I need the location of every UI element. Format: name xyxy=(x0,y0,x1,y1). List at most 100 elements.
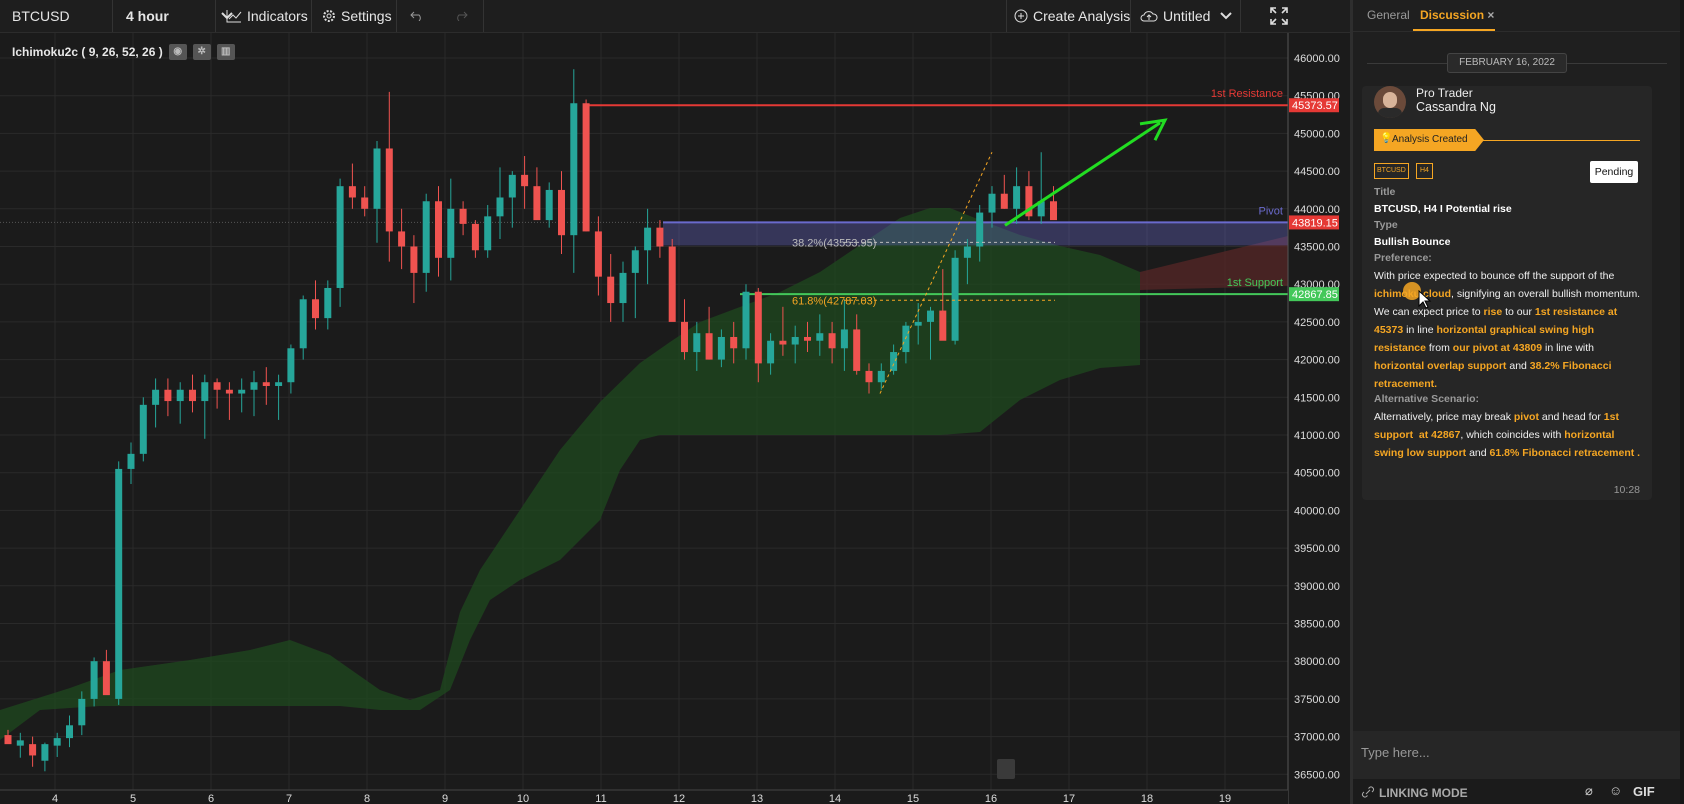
fullscreen-button[interactable] xyxy=(1270,0,1293,32)
time-tick: 9 xyxy=(442,793,448,804)
message-input[interactable]: Type here... xyxy=(1353,731,1684,779)
time-tick: 7 xyxy=(286,793,292,804)
time-tick: 16 xyxy=(985,793,997,804)
eye-icon[interactable]: ◉ xyxy=(168,44,187,60)
candle xyxy=(951,257,959,341)
candle xyxy=(115,468,123,699)
time-tick: 11 xyxy=(595,793,606,804)
candle xyxy=(521,174,529,187)
link-icon[interactable] xyxy=(1361,785,1375,799)
candle xyxy=(102,661,110,696)
settings-label: Settings xyxy=(341,8,392,24)
candle xyxy=(877,370,885,383)
indicators-button[interactable]: Indicators xyxy=(226,0,308,32)
trash-icon[interactable]: ▥ xyxy=(216,44,235,60)
message-time: 10:28 xyxy=(1613,484,1640,496)
candle xyxy=(594,231,602,277)
create-analysis-button[interactable]: Create Analysis xyxy=(1014,0,1130,32)
candle xyxy=(840,329,848,349)
gear-icon xyxy=(323,10,335,22)
candle xyxy=(988,193,996,213)
emoji-icon[interactable]: ☺ xyxy=(1609,783,1622,798)
candle xyxy=(939,310,947,341)
close-icon[interactable]: × xyxy=(1487,8,1494,22)
price-tick: 46000.00 xyxy=(1294,53,1340,65)
interval-select[interactable]: 4 hour xyxy=(126,0,238,32)
linking-mode-label[interactable]: LINKING MODE xyxy=(1379,786,1468,800)
redo-button[interactable] xyxy=(454,0,473,32)
candle xyxy=(508,174,516,198)
time-tick: 15 xyxy=(907,793,919,804)
price-tick: 43500.00 xyxy=(1294,242,1340,254)
fib-382-label: 38.2%(43553.95) xyxy=(792,237,876,249)
candle xyxy=(127,453,135,469)
price-tick: 40500.00 xyxy=(1294,468,1340,480)
candle xyxy=(29,744,37,756)
gear-icon[interactable]: ✲ xyxy=(192,44,211,60)
price-tick: 38000.00 xyxy=(1294,656,1340,668)
time-tick: 19 xyxy=(1219,793,1231,804)
pivot-zone xyxy=(663,222,1288,246)
price-tick: 38500.00 xyxy=(1294,619,1340,631)
symbol-field[interactable]: BTCUSD xyxy=(12,0,70,32)
attach-icon[interactable]: ⌀ xyxy=(1585,783,1593,799)
candle xyxy=(250,382,258,390)
candle xyxy=(275,382,283,386)
candle xyxy=(963,246,971,258)
tab-general[interactable]: General xyxy=(1367,8,1410,22)
candle xyxy=(582,103,590,232)
price-axis xyxy=(1288,33,1350,804)
candle xyxy=(238,389,246,394)
analysis-title: BTCUSD, H4 I Potential rise xyxy=(1374,203,1512,215)
gif-button[interactable]: GIF xyxy=(1633,784,1655,799)
candle xyxy=(66,725,73,739)
candle xyxy=(385,148,393,232)
price-badge-text: 43819.15 xyxy=(1292,217,1338,229)
price-badge-text: 42867.85 xyxy=(1292,289,1338,301)
candle xyxy=(705,333,713,360)
layout-name-select[interactable]: Untitled xyxy=(1140,0,1237,32)
candle xyxy=(41,744,49,761)
candle xyxy=(607,276,615,304)
candle xyxy=(927,310,934,322)
candle xyxy=(1000,193,1008,209)
analysis-banner: 💡 Analysis Created xyxy=(1374,129,1484,151)
candle xyxy=(336,186,344,288)
top-toolbar: BTCUSD 4 hour Indicators Settings Create… xyxy=(0,0,1352,33)
undo-button[interactable] xyxy=(410,0,429,32)
price-tick: 42500.00 xyxy=(1294,317,1340,329)
price-tick: 41000.00 xyxy=(1294,430,1340,442)
tag-timeframe[interactable]: H4 xyxy=(1416,163,1433,179)
tag-symbol[interactable]: BTCUSD xyxy=(1374,163,1409,179)
candle xyxy=(139,404,147,454)
pivot-label: Pivot xyxy=(1259,205,1283,217)
candle xyxy=(570,103,578,236)
candle xyxy=(742,291,750,349)
time-tick: 17 xyxy=(1063,793,1075,804)
analysis-type: Bullish Bounce xyxy=(1374,236,1451,248)
candle xyxy=(262,382,270,386)
indicator-legend: Ichimoku2c ( 9, 26, 52, 26 ) ◉ ✲ ▥ xyxy=(12,44,235,60)
candle xyxy=(152,389,160,405)
candle xyxy=(693,333,701,353)
candle xyxy=(767,340,775,364)
status-badge: Pending xyxy=(1590,161,1638,183)
candle xyxy=(865,370,873,383)
candle xyxy=(287,348,295,383)
price-chart[interactable]: 38.2%(43553.95) 61.8%(42787.03) 1st Resist… xyxy=(0,33,1350,804)
settings-button[interactable]: Settings xyxy=(322,0,392,32)
price-tick: 44000.00 xyxy=(1294,204,1340,216)
time-tick: 18 xyxy=(1141,793,1153,804)
author-role: Pro Trader xyxy=(1416,86,1473,100)
candle xyxy=(176,389,184,402)
candle xyxy=(201,382,209,402)
candle xyxy=(804,336,811,341)
price-tick: 42000.00 xyxy=(1294,355,1340,367)
tab-discussion[interactable]: Discussion × xyxy=(1420,8,1494,22)
candle xyxy=(447,208,455,258)
candle xyxy=(631,250,639,273)
candle xyxy=(4,735,12,745)
redo-icon xyxy=(457,11,468,21)
candle xyxy=(410,246,418,273)
time-tick: 12 xyxy=(673,793,685,804)
